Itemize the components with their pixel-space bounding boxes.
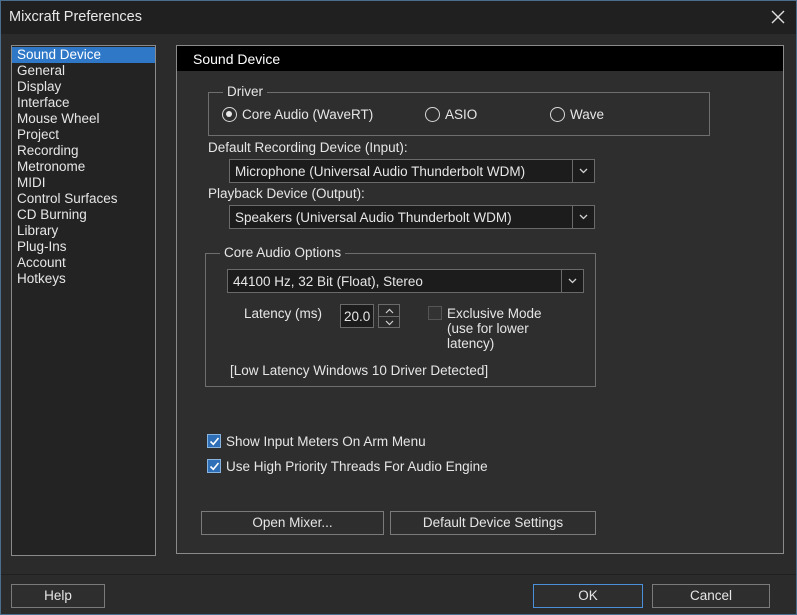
recording-device-label: Default Recording Device (Input): (208, 140, 408, 155)
chevron-up-icon[interactable] (379, 305, 399, 316)
latency-input[interactable]: 20.0 (340, 304, 374, 328)
settings-panel: Sound Device Driver Core Audio (WaveRT) … (176, 45, 784, 554)
chevron-down-icon[interactable] (561, 270, 583, 292)
playback-device-value: Speakers (Universal Audio Thunderbolt WD… (235, 210, 512, 225)
core-audio-options-group: Core Audio Options 44100 Hz, 32 Bit (Flo… (205, 245, 596, 387)
sidebar-item-mouse-wheel[interactable]: Mouse Wheel (12, 111, 155, 127)
driver-legend: Driver (223, 84, 267, 99)
window-title: Mixcraft Preferences (9, 9, 142, 25)
default-device-settings-button[interactable]: Default Device Settings (390, 511, 596, 535)
radio-indicator-selected (222, 107, 237, 122)
radio-indicator (550, 107, 565, 122)
sidebar-item-control-surfaces[interactable]: Control Surfaces (12, 191, 155, 207)
exclusive-mode-hint: latency) (447, 336, 495, 351)
exclusive-mode-checkbox[interactable] (428, 306, 442, 320)
radio-asio-label: ASIO (445, 107, 478, 122)
sidebar-item-midi[interactable]: MIDI (12, 175, 155, 191)
cancel-button[interactable]: Cancel (652, 584, 770, 608)
radio-wave-label: Wave (570, 107, 605, 122)
playback-device-select[interactable]: Speakers (Universal Audio Thunderbolt WD… (229, 205, 595, 229)
high-priority-threads-checkbox[interactable] (207, 459, 221, 473)
driver-group: Driver Core Audio (WaveRT) ASIO Wave (208, 84, 710, 136)
radio-core-audio[interactable]: Core Audio (WaveRT) (222, 107, 373, 122)
sidebar-item-interface[interactable]: Interface (12, 95, 155, 111)
close-icon[interactable] (768, 7, 788, 27)
latency-stepper[interactable] (378, 304, 400, 328)
sidebar-item-metronome[interactable]: Metronome (12, 159, 155, 175)
audio-format-value: 44100 Hz, 32 Bit (Float), Stereo (233, 274, 423, 289)
high-priority-threads-label: Use High Priority Threads For Audio Engi… (226, 459, 488, 474)
panel-header: Sound Device (177, 46, 783, 71)
playback-device-label: Playback Device (Output): (208, 186, 365, 201)
title-bar: Mixcraft Preferences (1, 1, 796, 34)
help-button[interactable]: Help (11, 584, 105, 608)
sidebar-item-account[interactable]: Account (12, 255, 155, 271)
category-list: Sound Device General Display Interface M… (11, 45, 156, 556)
radio-core-audio-label: Core Audio (WaveRT) (242, 107, 374, 122)
driver-status-text: [Low Latency Windows 10 Driver Detected] (230, 363, 489, 378)
radio-wave[interactable]: Wave (550, 107, 604, 122)
show-input-meters-checkbox[interactable] (207, 434, 221, 448)
recording-device-select[interactable]: Microphone (Universal Audio Thunderbolt … (229, 159, 595, 183)
recording-device-value: Microphone (Universal Audio Thunderbolt … (235, 164, 526, 179)
sidebar-item-general[interactable]: General (12, 63, 155, 79)
exclusive-mode-hint: (use for lower (447, 321, 529, 336)
ok-button[interactable]: OK (533, 584, 643, 608)
show-input-meters-label: Show Input Meters On Arm Menu (226, 434, 426, 449)
latency-label: Latency (ms) (244, 306, 323, 321)
footer-divider (1, 574, 796, 575)
audio-format-select[interactable]: 44100 Hz, 32 Bit (Float), Stereo (227, 269, 584, 293)
sidebar-item-hotkeys[interactable]: Hotkeys (12, 271, 155, 287)
checkmark-icon (209, 437, 220, 446)
sidebar-item-display[interactable]: Display (12, 79, 155, 95)
chevron-down-icon[interactable] (379, 316, 399, 327)
sidebar-item-project[interactable]: Project (12, 127, 155, 143)
sidebar-item-plug-ins[interactable]: Plug-Ins (12, 239, 155, 255)
chevron-down-icon[interactable] (572, 160, 594, 182)
panel-title: Sound Device (193, 51, 281, 67)
radio-asio[interactable]: ASIO (425, 107, 477, 122)
sidebar-item-library[interactable]: Library (12, 223, 155, 239)
open-mixer-button[interactable]: Open Mixer... (201, 511, 384, 535)
chevron-down-icon[interactable] (572, 206, 594, 228)
sidebar-item-cd-burning[interactable]: CD Burning (12, 207, 155, 223)
checkmark-icon (209, 462, 220, 471)
sidebar-item-sound-device[interactable]: Sound Device (12, 47, 155, 63)
preferences-window: Mixcraft Preferences Sound Device Genera… (0, 0, 797, 615)
core-audio-legend: Core Audio Options (220, 245, 346, 260)
radio-indicator (425, 107, 440, 122)
sidebar-item-recording[interactable]: Recording (12, 143, 155, 159)
exclusive-mode-label: Exclusive Mode (447, 306, 542, 321)
